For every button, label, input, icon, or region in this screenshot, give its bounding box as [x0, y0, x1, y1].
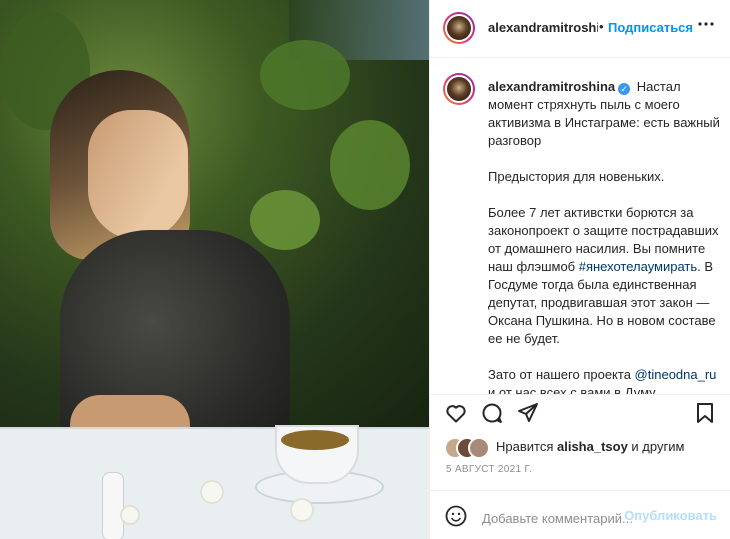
post-caption: alexandramitroshina ✓ Настал момент стрях…: [430, 58, 730, 394]
post-date[interactable]: 5 АВГУСТ 2021 Г.: [446, 464, 532, 475]
comment-bar: Опубликовать: [430, 490, 730, 539]
avatar[interactable]: [443, 12, 475, 44]
follow-button[interactable]: Подписаться: [608, 20, 693, 35]
post-header: alexandramitroshina • Подписаться: [430, 0, 730, 58]
daisy-flower: [120, 505, 140, 525]
header-username[interactable]: alexandramitroshina: [488, 20, 598, 35]
share-icon[interactable]: [516, 401, 540, 425]
caption-p4-text-end: и от нас всех с вами в Думу выдвинулась …: [488, 385, 656, 394]
post-photo[interactable]: [0, 0, 429, 539]
mention-link[interactable]: @tineodna_ru: [635, 367, 717, 382]
foliage: [250, 190, 320, 250]
comment-input[interactable]: [480, 508, 644, 528]
caption-p4-text: Зато от нашего проекта: [488, 367, 635, 382]
header-separator: •: [599, 19, 604, 34]
post-actions-bar: [430, 394, 730, 430]
caption-paragraph-1: alexandramitroshina ✓ Настал момент стрях…: [488, 78, 720, 150]
cream-tube: [102, 472, 124, 539]
likes-suffix: и другим: [627, 439, 685, 454]
tea: [281, 430, 349, 450]
daisy-flower: [290, 498, 314, 522]
caption-paragraph-2: Предыстория для новеньких.: [488, 169, 665, 184]
likes-text[interactable]: Нравится alisha_tsoy и другим: [496, 439, 730, 454]
likes-prefix: Нравится: [496, 439, 557, 454]
more-horizontal-icon[interactable]: [693, 12, 719, 38]
caption-paragraph-4: Зато от нашего проекта @tineodna_ru и от…: [488, 366, 720, 394]
foliage: [330, 120, 410, 210]
likes-user[interactable]: alisha_tsoy: [557, 439, 628, 454]
verified-badge-icon: ✓: [618, 83, 631, 95]
publish-button[interactable]: Опубликовать: [624, 508, 717, 523]
person-face: [88, 110, 188, 240]
hashtag-link[interactable]: #янехотелаумирать: [579, 259, 697, 274]
caption-avatar[interactable]: [443, 73, 475, 105]
foliage: [260, 40, 350, 110]
caption-paragraph-3: Более 7 лет активстки борются за законоп…: [488, 204, 720, 348]
instagram-post-modal: alexandramitroshina • Подписаться alexan…: [0, 0, 730, 539]
heart-icon[interactable]: [444, 401, 468, 425]
post-side-panel: alexandramitroshina • Подписаться alexan…: [429, 0, 730, 539]
caption-username[interactable]: alexandramitroshina: [488, 79, 615, 94]
daisy-flower: [200, 480, 224, 504]
comment-icon[interactable]: [480, 401, 504, 425]
liker-avatar[interactable]: [468, 437, 490, 459]
emoji-icon[interactable]: [444, 504, 468, 528]
bookmark-icon[interactable]: [693, 401, 717, 425]
caption-text: alexandramitroshina ✓ Настал момент стрях…: [488, 78, 720, 394]
